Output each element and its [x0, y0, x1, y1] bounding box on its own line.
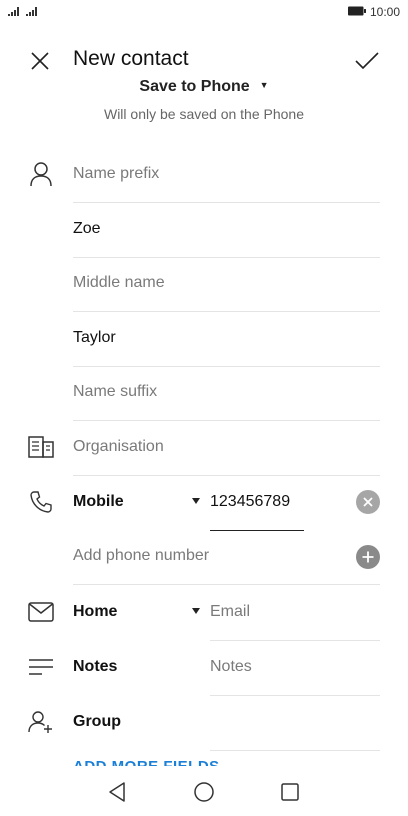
signal-icon: [8, 7, 40, 16]
close-icon: [31, 52, 49, 70]
chevron-down-icon[interactable]: [192, 608, 200, 614]
navigation-bar: [0, 766, 408, 816]
phone-number-value: 123456789: [210, 493, 291, 510]
first-name-row: Zoe: [0, 203, 408, 258]
organisation-field[interactable]: Organisation: [73, 421, 380, 476]
add-phone-row: Add phone number: [0, 530, 408, 585]
page-title: New contact: [73, 47, 189, 70]
phone-icon: [26, 488, 56, 516]
notes-placeholder: Notes: [210, 658, 252, 675]
notes-row: Notes Notes: [0, 641, 408, 696]
notes-icon: [26, 653, 56, 681]
middle-name-row: Middle name: [0, 257, 408, 312]
group-field[interactable]: [210, 696, 380, 751]
recents-square-icon: [281, 783, 299, 801]
group-icon: [26, 708, 56, 736]
chevron-down-icon[interactable]: [192, 498, 200, 504]
mail-icon: [26, 598, 56, 626]
person-icon: [26, 160, 56, 188]
back-triangle-icon: [109, 782, 125, 802]
chevron-down-icon: ▼: [259, 80, 269, 90]
home-button[interactable]: [191, 779, 217, 805]
name-prefix-field[interactable]: Name prefix: [73, 148, 380, 203]
middle-name-placeholder: Middle name: [73, 274, 165, 291]
last-name-row: Taylor: [0, 312, 408, 367]
account-hint: Will only be saved on the Phone: [103, 106, 304, 122]
plus-icon: [362, 551, 374, 563]
email-placeholder: Email: [210, 603, 251, 620]
checkmark-icon: [355, 52, 379, 70]
back-button[interactable]: [104, 779, 130, 805]
name-suffix-placeholder: Name suffix: [73, 383, 158, 400]
add-phone-button[interactable]: [356, 545, 380, 569]
notes-label: Notes: [73, 658, 118, 675]
first-name-field[interactable]: Zoe: [73, 203, 380, 258]
last-name-field[interactable]: Taylor: [73, 312, 380, 367]
email-row: Home Email: [0, 586, 408, 641]
phone-type-label[interactable]: Mobile: [73, 493, 124, 511]
notes-field[interactable]: Notes: [210, 641, 380, 696]
last-name-value: Taylor: [73, 329, 116, 346]
name-suffix-field[interactable]: Name suffix: [73, 366, 380, 421]
organisation-icon: [26, 433, 56, 461]
email-type-label[interactable]: Home: [73, 603, 117, 621]
organisation-row: Organisation: [0, 421, 408, 476]
add-phone-placeholder: Add phone number: [73, 547, 210, 564]
status-bar: 10:00: [0, 0, 408, 28]
group-label[interactable]: Group: [73, 713, 121, 731]
recents-button[interactable]: [277, 779, 303, 805]
group-row: Group: [0, 696, 408, 751]
account-selector[interactable]: Save to Phone ▼: [0, 80, 408, 102]
email-field[interactable]: Email: [210, 586, 380, 641]
battery-icon: [347, 5, 366, 19]
phone-number-field[interactable]: 123456789: [210, 476, 304, 531]
clear-phone-button[interactable]: [356, 490, 380, 514]
middle-name-field[interactable]: Middle name: [73, 257, 380, 312]
phone-row: Mobile 123456789: [0, 476, 408, 531]
close-button[interactable]: [28, 49, 52, 73]
home-circle-icon: [194, 782, 214, 802]
save-button[interactable]: [354, 49, 380, 73]
add-phone-field[interactable]: Add phone number: [73, 530, 380, 585]
organisation-placeholder: Organisation: [73, 438, 164, 455]
toolbar: New contact: [0, 40, 408, 82]
name-prefix-placeholder: Name prefix: [73, 165, 160, 182]
name-suffix-row: Name suffix: [0, 366, 408, 421]
first-name-value: Zoe: [73, 220, 101, 237]
account-label: Save to Phone: [139, 80, 250, 95]
status-time: 10:00: [369, 5, 400, 19]
name-prefix-row: Name prefix: [0, 148, 408, 203]
clear-icon: [363, 497, 373, 507]
